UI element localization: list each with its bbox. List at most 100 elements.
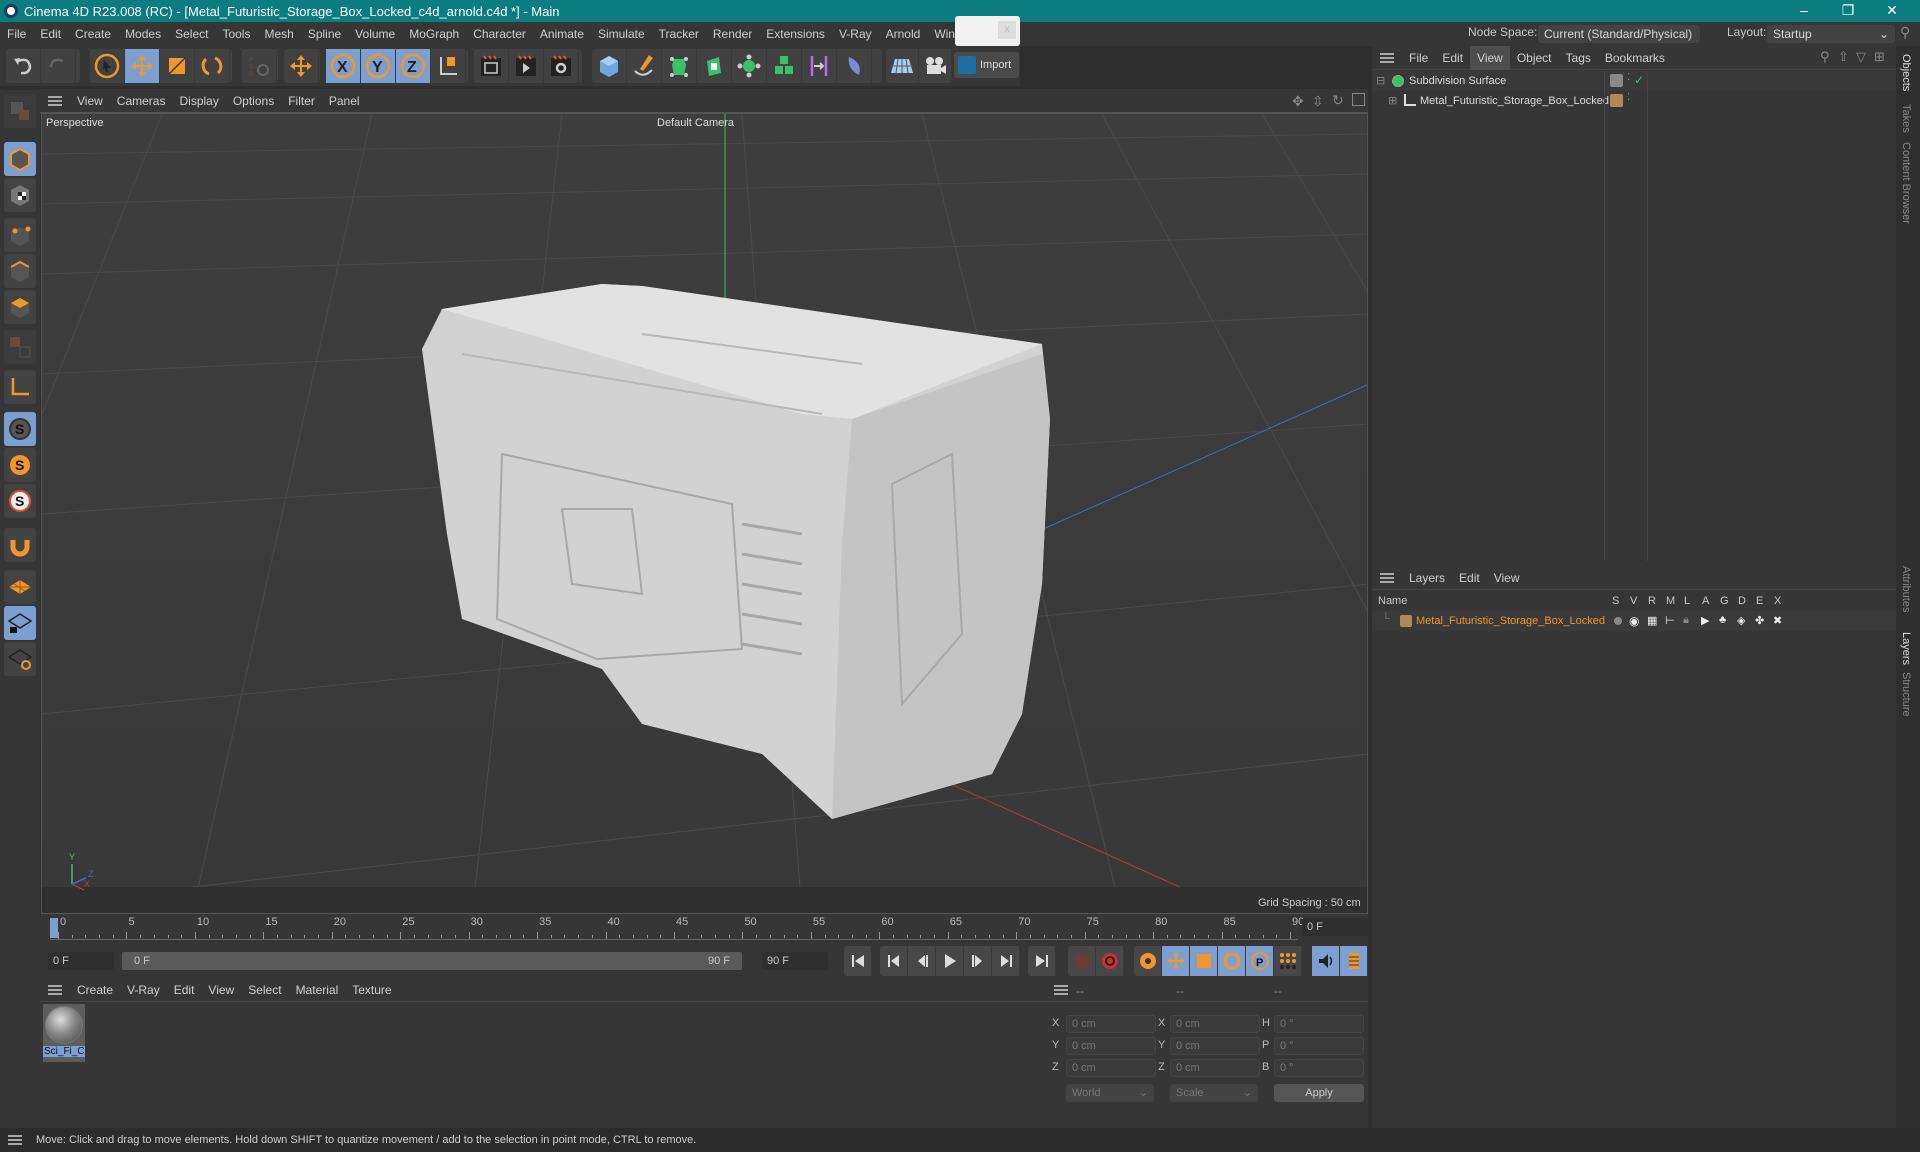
coord-mode-dropdown[interactable]: World ⌄	[1066, 1084, 1154, 1102]
import-button[interactable]: Import	[954, 52, 1019, 78]
goto-end-button[interactable]	[1028, 946, 1056, 976]
col-m[interactable]: M	[1666, 595, 1675, 607]
object-menu-file[interactable]: File	[1402, 51, 1435, 65]
polygons-mode-button[interactable]	[4, 290, 36, 324]
menu-tracker[interactable]: Tracker	[652, 27, 706, 41]
menu-file[interactable]: File	[0, 27, 33, 41]
current-frame-field[interactable]: 0 F	[1302, 918, 1368, 936]
object-menu-object[interactable]: Object	[1510, 51, 1559, 65]
menu-extensions[interactable]: Extensions	[759, 27, 832, 41]
col-e[interactable]: E	[1756, 595, 1763, 607]
object-menu-bookmarks[interactable]: Bookmarks	[1598, 51, 1672, 65]
filter-icon[interactable]: ▽	[1856, 49, 1866, 65]
layer-menu-view[interactable]: View	[1487, 571, 1527, 585]
key-parameter-button[interactable]: P	[1246, 946, 1274, 976]
viewport-perspective[interactable]: Perspective Default Camera Grid Spacing …	[41, 113, 1368, 914]
pos-z-field[interactable]: 0 cm	[1066, 1059, 1156, 1077]
workplane-snap-button[interactable]: S	[4, 484, 36, 518]
end-frame-field[interactable]: 90 F	[762, 952, 828, 970]
pos-y-field[interactable]: 0 cm	[1066, 1037, 1156, 1055]
scale-tool-button[interactable]	[160, 49, 195, 83]
playhead[interactable]	[50, 918, 58, 938]
key-rotation-button[interactable]	[1218, 946, 1246, 976]
col-l[interactable]: L	[1684, 595, 1690, 607]
layout-dropdown[interactable]: Startup ⌄	[1767, 25, 1895, 43]
prev-frame-button[interactable]	[908, 946, 936, 976]
tab-layers[interactable]: Layers	[1900, 632, 1912, 665]
tab-objects[interactable]: Objects	[1900, 54, 1912, 91]
xrefs-icon[interactable]: ✖	[1773, 614, 1782, 627]
expressions-icon[interactable]: ✤	[1755, 614, 1764, 627]
autokey-button[interactable]	[1096, 946, 1124, 976]
axis-mode-button[interactable]	[4, 370, 36, 404]
rot-p-field[interactable]: 0 °	[1274, 1037, 1364, 1055]
hamburger-icon[interactable]	[1054, 984, 1068, 995]
viewport-menu-filter[interactable]: Filter	[281, 94, 322, 108]
object-row[interactable]: ⊞ Metal_Futuristic_Storage_Box_Locked ⁚	[1372, 91, 1896, 111]
editor-visibility-icon[interactable]	[1610, 74, 1623, 87]
range-slider[interactable]: 0 F 90 F	[122, 952, 742, 970]
cube-object-button[interactable]	[592, 49, 627, 83]
keyframe-selection-button[interactable]	[1134, 946, 1162, 976]
search-icon[interactable]: ⚲	[1900, 24, 1910, 41]
col-a[interactable]: A	[1702, 595, 1709, 607]
goto-start-button[interactable]	[844, 946, 872, 976]
hamburger-icon[interactable]	[1380, 52, 1394, 63]
viewport-menu-panel[interactable]: Panel	[322, 94, 367, 108]
menu-tools[interactable]: Tools	[215, 27, 257, 41]
manager-hierarchy-icon[interactable]: ⊢	[1665, 614, 1675, 627]
lock-workplane-button[interactable]	[4, 606, 36, 640]
material-swatch[interactable]: Sci_Fi_Co	[43, 1004, 85, 1062]
animation-play-icon[interactable]: ▶	[1701, 614, 1709, 627]
mograph-button[interactable]	[767, 49, 802, 83]
deformer-button[interactable]	[802, 49, 837, 83]
hamburger-icon[interactable]	[1380, 572, 1394, 583]
col-v[interactable]: V	[1630, 595, 1637, 607]
menu-modes[interactable]: Modes	[118, 27, 168, 41]
edges-mode-button[interactable]	[4, 254, 36, 288]
camera-label[interactable]: Default Camera	[657, 117, 734, 129]
size-z-field[interactable]: 0 cm	[1170, 1059, 1260, 1077]
col-x[interactable]: X	[1774, 595, 1781, 607]
make-editable-button[interactable]	[4, 94, 36, 128]
pos-x-field[interactable]: 0 cm	[1066, 1015, 1156, 1033]
expand-icon[interactable]: ⊞	[1388, 94, 1397, 107]
material-menu-texture[interactable]: Texture	[345, 983, 398, 997]
layer-menu-layers[interactable]: Layers	[1402, 571, 1452, 585]
rotate-tool-button[interactable]	[195, 49, 230, 83]
material-menu-create[interactable]: Create	[70, 983, 120, 997]
close-button[interactable]: ✕	[1870, 0, 1914, 22]
timeline-button[interactable]	[1340, 946, 1368, 976]
start-frame-field[interactable]: 0 F	[48, 952, 114, 970]
tab-structure[interactable]: Structure	[1900, 672, 1912, 717]
menu-vray[interactable]: V-Ray	[832, 27, 879, 41]
close-icon[interactable]: x	[998, 21, 1016, 39]
col-g[interactable]: G	[1720, 595, 1729, 607]
layer-row[interactable]: └ Metal_Futuristic_Storage_Box_Locked ◉ …	[1372, 611, 1896, 631]
menu-edit[interactable]: Edit	[33, 27, 68, 41]
visibility-dots-icon[interactable]: ⁚	[1627, 72, 1630, 83]
maximize-button[interactable]: ❐	[1826, 0, 1870, 22]
lock-icon[interactable]: 🔒︎	[1683, 614, 1689, 627]
magnet-button[interactable]	[4, 528, 36, 562]
floor-button[interactable]	[886, 49, 919, 83]
record-button[interactable]	[1068, 946, 1096, 976]
menu-animate[interactable]: Animate	[533, 27, 591, 41]
collapse-icon[interactable]: ⊟	[1376, 74, 1385, 87]
hamburger-icon[interactable]	[48, 95, 62, 106]
col-r[interactable]: R	[1648, 595, 1656, 607]
material-menu-view[interactable]: View	[201, 983, 241, 997]
key-position-button[interactable]	[1162, 946, 1190, 976]
viewport-menu-options[interactable]: Options	[226, 94, 281, 108]
play-button[interactable]	[936, 946, 964, 976]
tab-takes[interactable]: Takes	[1900, 104, 1912, 133]
minimize-button[interactable]: –	[1782, 0, 1826, 22]
tab-content-browser[interactable]: Content Browser	[1900, 142, 1912, 224]
next-key-button[interactable]	[992, 946, 1020, 976]
uv-mode-button[interactable]	[4, 330, 36, 364]
search-icon[interactable]: ⚲	[1820, 49, 1830, 65]
move-tool-button[interactable]	[125, 49, 160, 83]
model-mode-button[interactable]	[4, 142, 36, 176]
visibility-dots-icon[interactable]: ⁚	[1627, 92, 1630, 103]
timeline-ruler[interactable]: 0 5 10 15 20 25 30 35 40 45 50 55 60 65 70 75 80 85 90	[50, 914, 1304, 940]
